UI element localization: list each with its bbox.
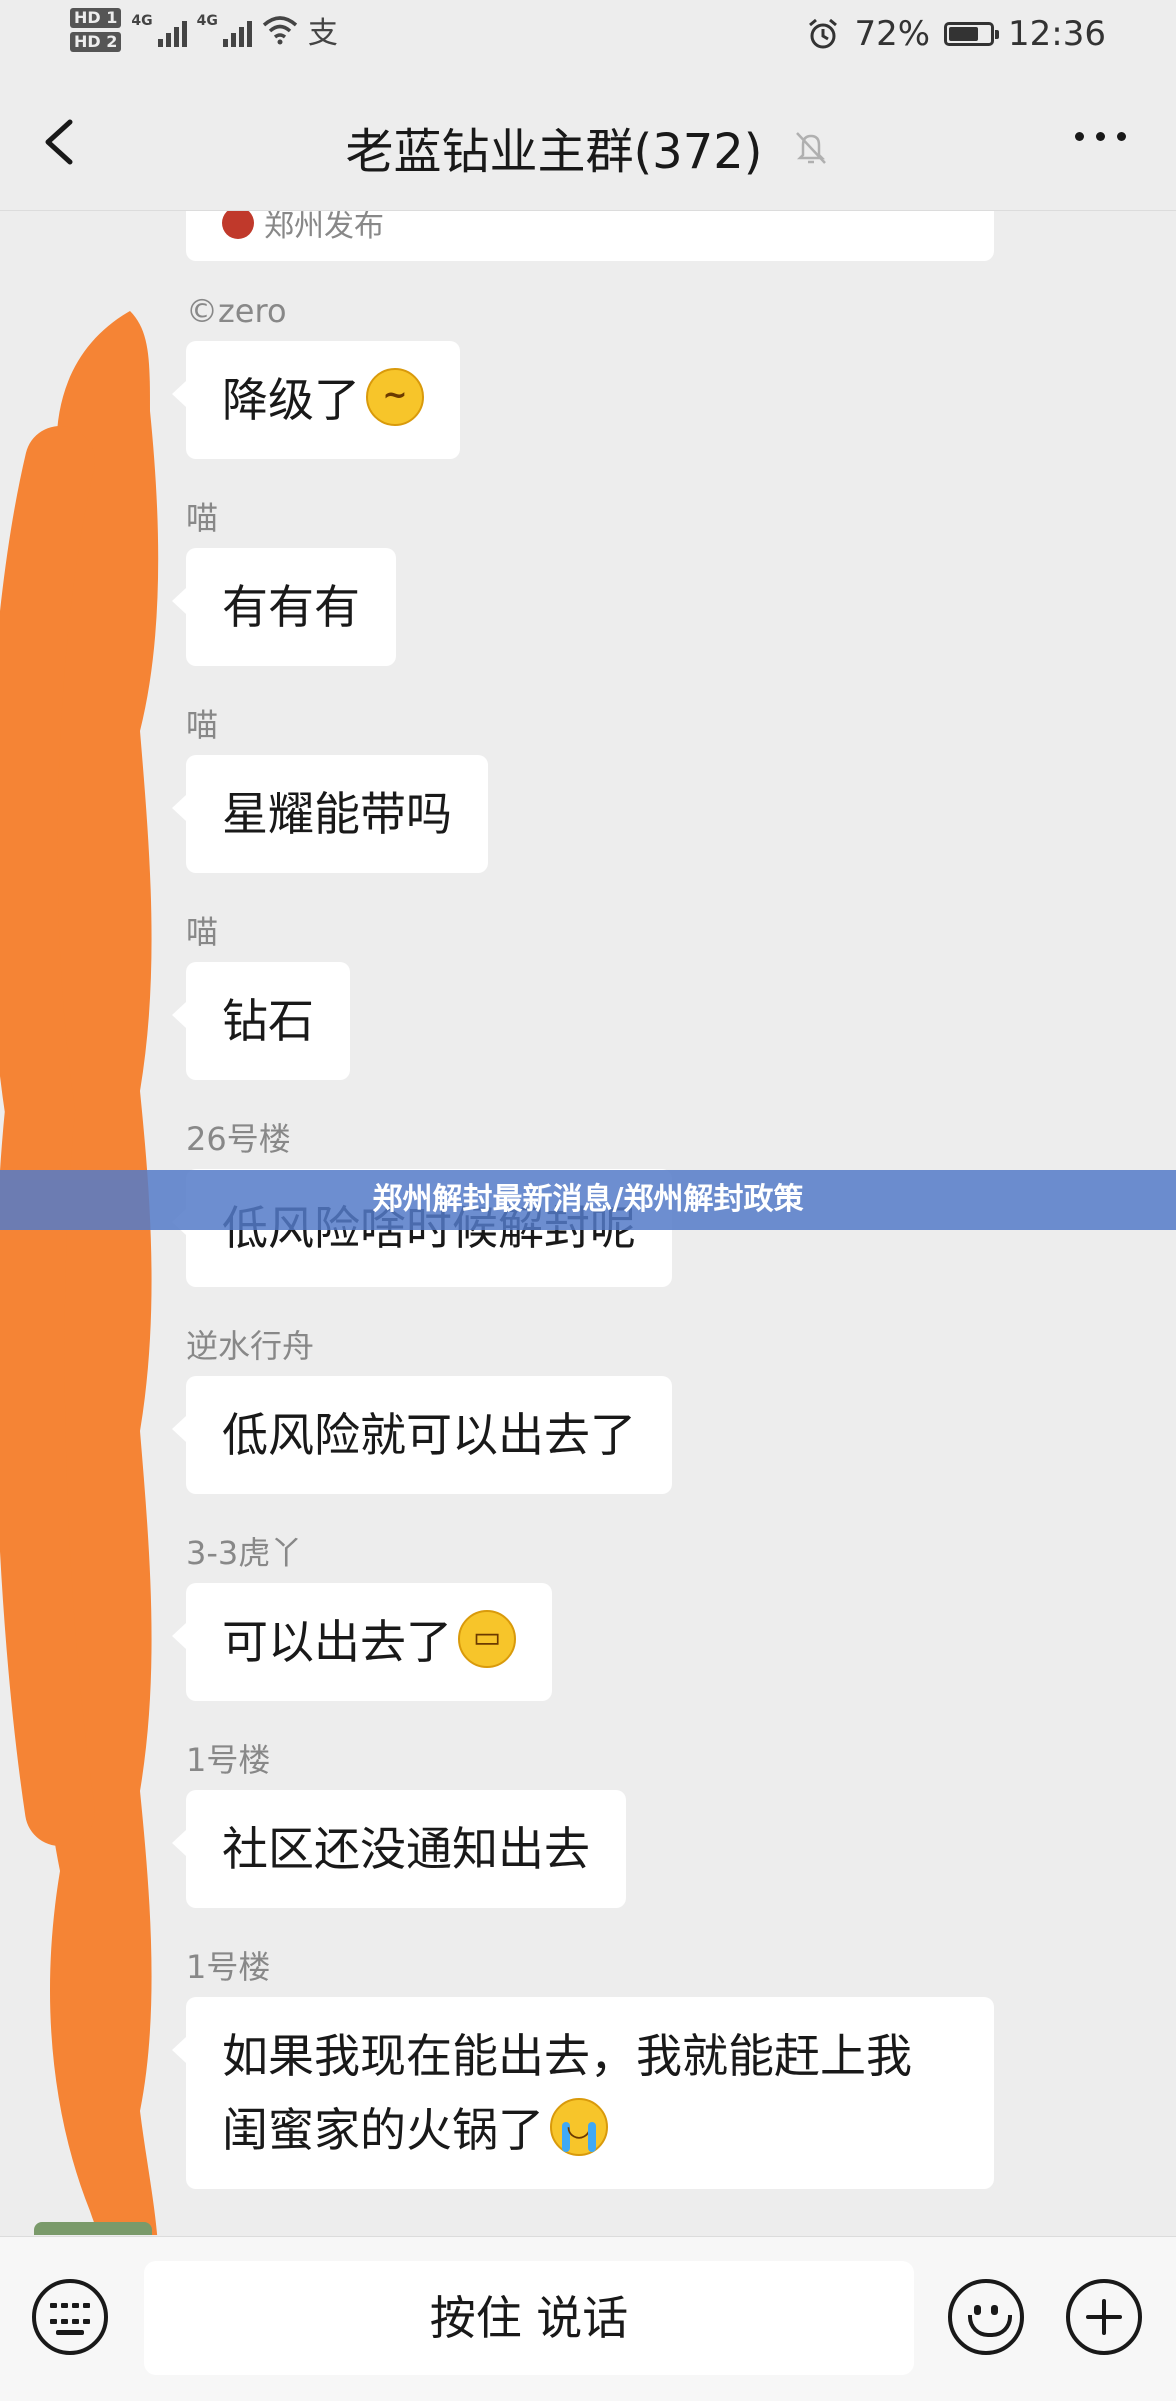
source-logo-icon	[222, 211, 254, 239]
hold-to-talk-button[interactable]: 按住 说话	[144, 2261, 914, 2375]
sender-name: 喵	[186, 499, 219, 537]
more-options-icon[interactable]	[1075, 132, 1126, 141]
message-bubble[interactable]: 低风险就可以出去了	[172, 1376, 672, 1494]
battery-percent: 72%	[854, 14, 931, 54]
grinning-face-icon: ▭	[458, 1610, 516, 1668]
add-more-icon[interactable]	[1066, 2279, 1142, 2355]
group-title: 老蓝钻业主群(372)	[345, 124, 763, 180]
message-item: 逆水行舟 低风险就可以出去了	[172, 1326, 672, 1494]
message-item: 喵 钻石	[172, 912, 350, 1080]
card-source: 郑州发布	[264, 211, 384, 244]
status-left: HD 1 HD 2 4G 4G 支	[70, 8, 338, 52]
avatar[interactable]	[34, 2222, 152, 2235]
status-bar: HD 1 HD 2 4G 4G 支 72% 12:36	[0, 0, 1176, 72]
message-text: 钻石	[222, 994, 314, 1048]
message-text: 有有有	[222, 580, 360, 634]
redaction-scribble	[0, 311, 159, 2235]
thinking-face-icon: ~	[366, 368, 424, 426]
sender-name: 1号楼	[186, 1948, 271, 1986]
message-item: 3-3虎丫 可以出去了 ▭	[172, 1533, 552, 1701]
hd2-badge: HD 2	[70, 32, 122, 52]
mute-bell-icon	[795, 132, 826, 164]
message-bubble[interactable]: 可以出去了 ▭	[172, 1583, 552, 1701]
sender-name: 喵	[186, 913, 219, 951]
sender-name: 喵	[186, 706, 219, 744]
message-bubble[interactable]: 钻石	[172, 962, 350, 1080]
status-right: 72% 12:36	[806, 14, 1106, 54]
message-item: 1号楼 社区还没通知出去	[172, 1740, 626, 1908]
chat-header: 老蓝钻业主群(372)	[0, 72, 1176, 211]
message-item: 喵 有有有	[172, 498, 396, 666]
sender-name: ©zero	[186, 292, 287, 330]
alipay-icon: 支	[307, 16, 338, 51]
hd-indicators: HD 1 HD 2	[70, 8, 122, 52]
hd1-badge: HD 1	[70, 8, 122, 28]
crying-face-icon: ◡	[550, 2098, 608, 2156]
message-bubble[interactable]: 如果我现在能出去，我就能赶上我 闺蜜家的火锅了 ◡	[172, 1997, 994, 2189]
signal-icon: 4G	[131, 13, 187, 47]
wifi-icon	[262, 16, 297, 45]
message-bubble[interactable]: 降级了 ~	[172, 341, 460, 459]
emoji-icon[interactable]	[948, 2279, 1024, 2355]
message-text: 星耀能带吗	[222, 787, 452, 841]
message-bubble[interactable]: 星耀能带吗	[172, 755, 488, 873]
signal-icon-2: 4G	[197, 13, 252, 47]
message-text: 降级了	[222, 373, 360, 427]
message-text-line2: 闺蜜家的火锅了	[222, 2103, 544, 2157]
clock: 12:36	[1008, 14, 1106, 54]
message-bubble[interactable]: 有有有	[172, 548, 396, 666]
overlay-banner: 郑州解封最新消息/郑州解封政策	[0, 1170, 1176, 1230]
message-item: 1号楼 如果我现在能出去，我就能赶上我 闺蜜家的火锅了 ◡	[172, 1947, 994, 2189]
network-type-1: 4G	[131, 13, 153, 29]
shared-card[interactable]: 郑州发布	[186, 211, 994, 261]
network-type-2: 4G	[196, 13, 218, 29]
sender-name: 26号楼	[186, 1120, 291, 1158]
message-item: ©zero 降级了 ~	[172, 291, 460, 459]
message-item: 26号楼 低风险啥时候解封呢	[172, 1119, 672, 1287]
chat-input-bar: 按住 说话	[0, 2236, 1176, 2401]
message-text: 低风险就可以出去了	[222, 1408, 636, 1462]
sender-name: 3-3虎丫	[186, 1534, 303, 1572]
keyboard-toggle-icon[interactable]	[32, 2279, 108, 2355]
message-text: 可以出去了	[222, 1615, 452, 1669]
message-text: 社区还没通知出去	[222, 1822, 590, 1876]
message-bubble[interactable]: 社区还没通知出去	[172, 1790, 626, 1908]
alarm-icon	[809, 18, 838, 49]
message-item: 喵 星耀能带吗	[172, 705, 488, 873]
battery-icon	[944, 22, 1000, 46]
message-text-line1: 如果我现在能出去，我就能赶上我	[222, 2029, 912, 2083]
sender-name: 1号楼	[186, 1741, 271, 1779]
sender-name: 逆水行舟	[186, 1327, 315, 1365]
